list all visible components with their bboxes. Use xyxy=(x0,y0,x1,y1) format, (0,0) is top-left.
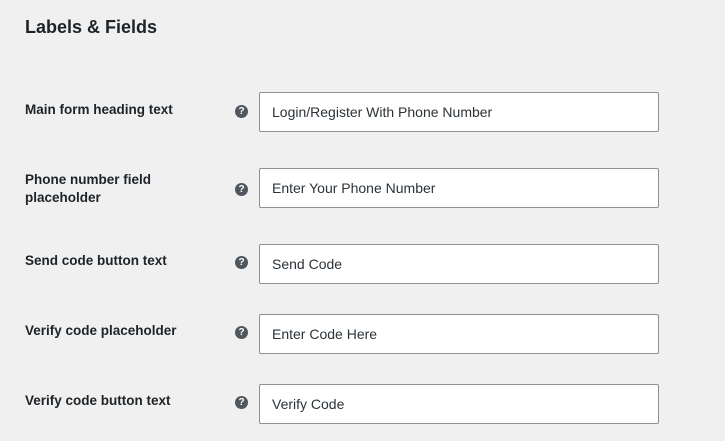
help-icon[interactable]: ? xyxy=(235,326,248,339)
verify-code-placeholder-label: Verify code placeholder xyxy=(25,323,177,338)
verify-code-button-text-input[interactable] xyxy=(259,384,659,424)
help-icon[interactable]: ? xyxy=(235,183,248,196)
send-code-button-text-input[interactable] xyxy=(259,244,659,284)
help-icon[interactable]: ? xyxy=(235,396,248,409)
help-icon[interactable]: ? xyxy=(235,105,248,118)
main-form-heading-label: Main form heading text xyxy=(25,102,173,117)
verify-code-button-text-label: Verify code button text xyxy=(25,393,171,408)
help-icon[interactable]: ? xyxy=(235,256,248,269)
phone-placeholder-input[interactable] xyxy=(259,168,659,208)
phone-placeholder-label: Phone number field placeholder xyxy=(25,172,152,205)
send-code-button-text-label: Send code button text xyxy=(25,253,167,268)
verify-code-placeholder-input[interactable] xyxy=(259,314,659,354)
section-title: Labels & Fields xyxy=(25,17,158,37)
main-form-heading-input[interactable] xyxy=(259,92,659,132)
